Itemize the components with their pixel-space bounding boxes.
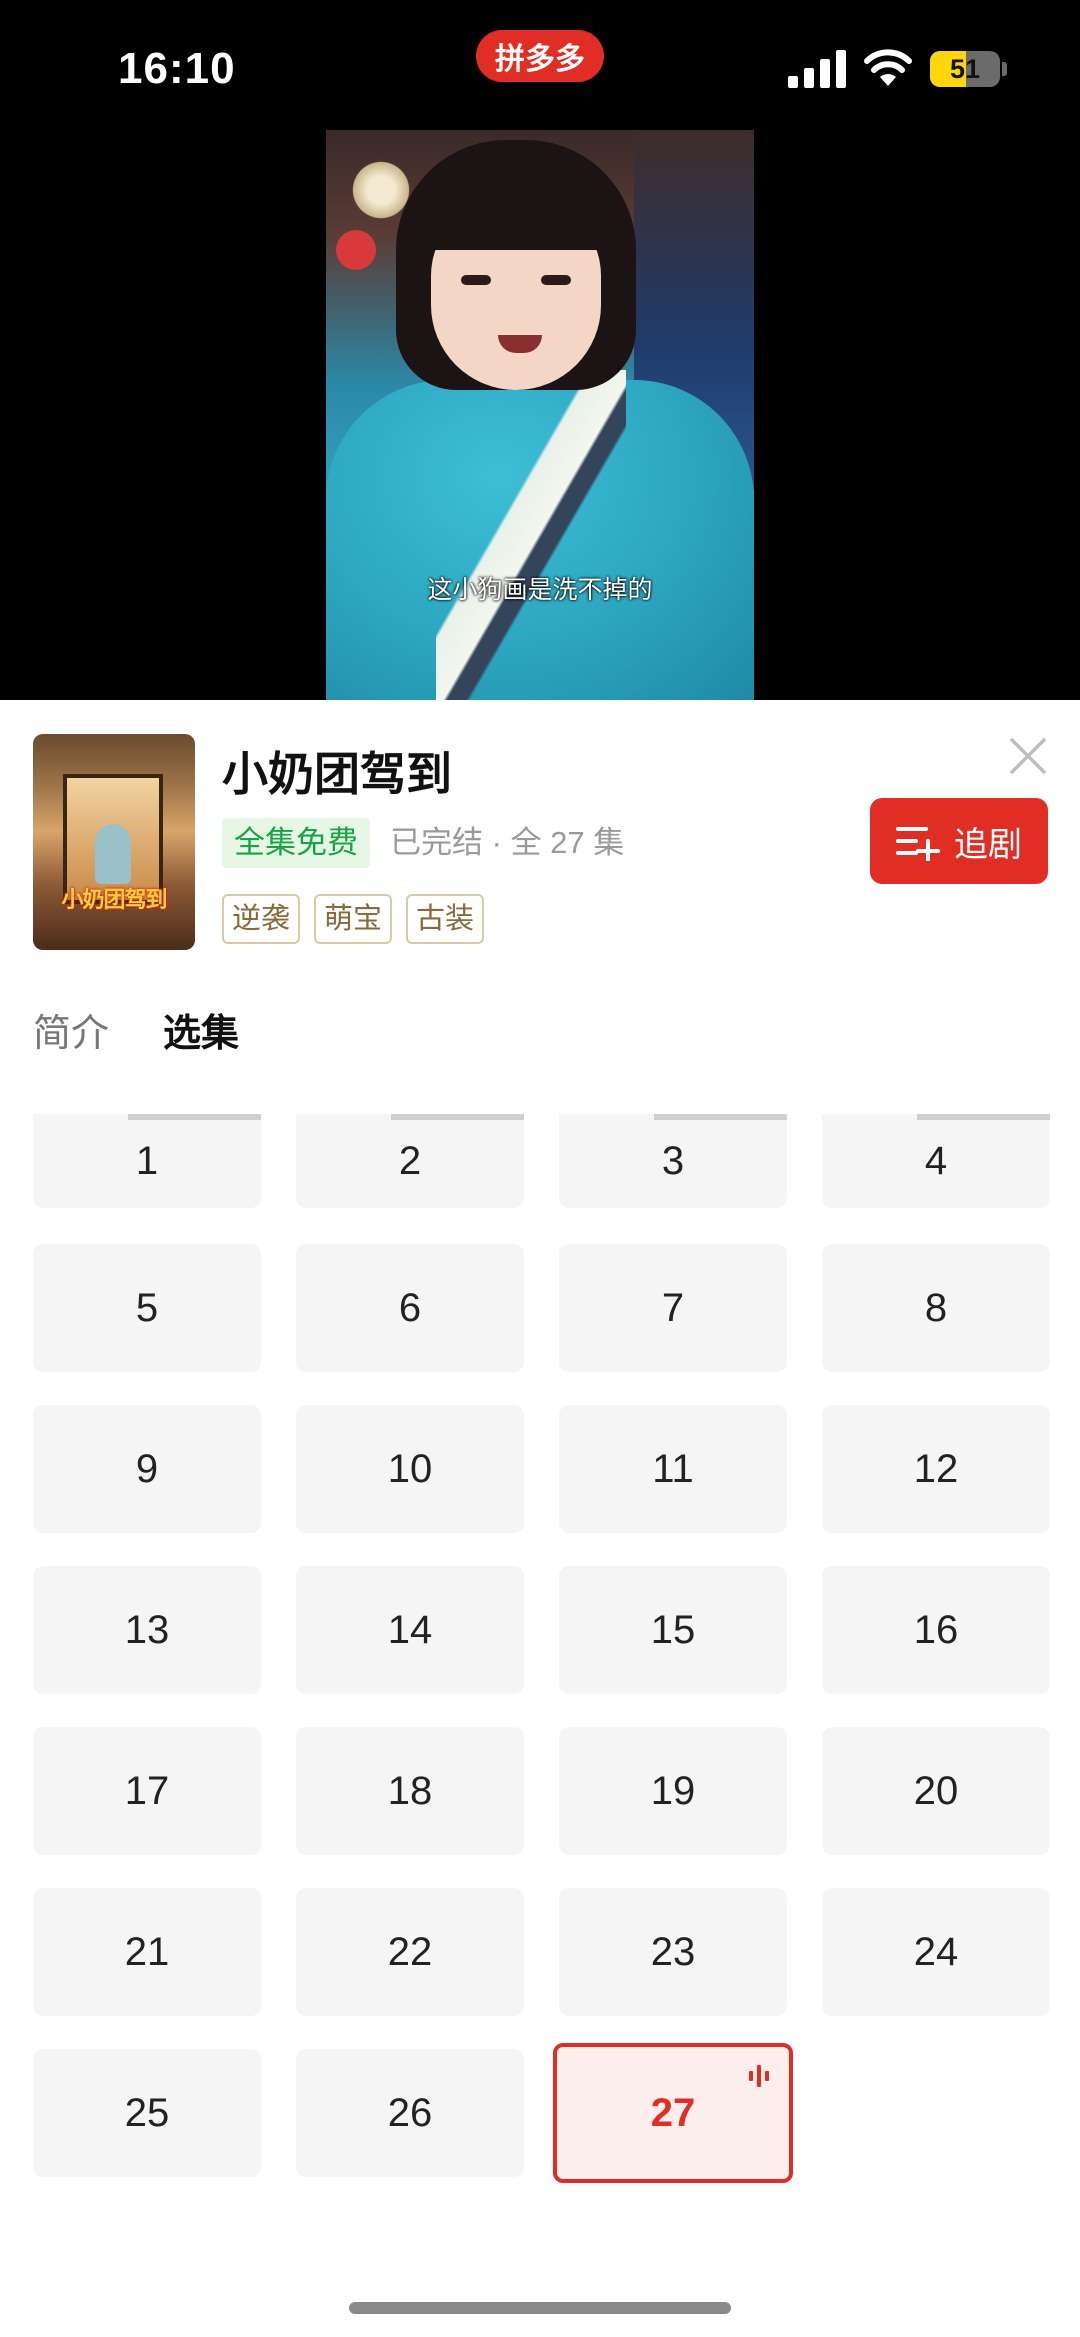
video-figure-collar [436,370,626,700]
episode-button-current[interactable]: 27 [553,2043,793,2183]
episode-button[interactable]: 18 [296,1727,524,1855]
video-figure-eye [541,275,571,285]
poster-figure [95,824,131,884]
episode-button[interactable]: 10 [296,1405,524,1533]
episode-button[interactable]: 25 [33,2049,261,2177]
wifi-icon [864,49,912,86]
equalizer-icon [749,2065,769,2087]
battery-tip [1002,62,1007,76]
episode-button[interactable]: 19 [559,1727,787,1855]
episode-button[interactable]: 14 [296,1566,524,1694]
episode-number: 27 [650,2090,696,2135]
episode-button[interactable]: 15 [559,1566,787,1694]
app-indicator-pill[interactable]: 拼多多 [476,30,604,82]
drama-info-panel: 小奶团驾到 小奶团驾到 全集免费 已完结 · 全 27 集 逆袭 萌宝 古装 追… [0,700,1080,2337]
video-figure-bangs [426,180,606,250]
episode-button[interactable]: 6 [296,1244,524,1372]
episode-button[interactable]: 16 [822,1566,1050,1694]
follow-drama-button[interactable]: 追剧 [870,798,1048,884]
episode-button[interactable]: 13 [33,1566,261,1694]
tag-list: 逆袭 萌宝 古装 [222,894,485,944]
episode-button[interactable]: 2 [296,1114,524,1208]
status-time: 16:10 [118,44,236,93]
episode-button[interactable]: 17 [33,1727,261,1855]
video-figure-eye [461,275,491,285]
episode-button[interactable]: 20 [822,1727,1050,1855]
episode-button[interactable]: 22 [296,1888,524,2016]
episode-button[interactable]: 21 [33,1888,261,2016]
episode-button[interactable]: 24 [822,1888,1050,2016]
home-indicator[interactable] [349,2302,731,2314]
episode-button[interactable]: 9 [33,1405,261,1533]
free-badge: 全集免费 [222,818,370,868]
cellular-signal-icon [788,50,846,88]
tag[interactable]: 萌宝 [314,894,393,944]
episode-button[interactable]: 3 [559,1114,787,1208]
video-hair-flower [336,230,376,270]
playlist-add-icon [896,827,940,861]
drama-poster[interactable]: 小奶团驾到 [33,734,195,950]
battery-level-text: 51 [949,53,981,84]
detail-tabs: 简介 选集 [33,1002,239,1057]
status-bar: 16:10 拼多多 51 [0,0,1080,130]
episode-info: 已完结 · 全 27 集 [390,825,625,860]
episode-button[interactable]: 8 [822,1244,1050,1372]
episode-button[interactable]: 7 [559,1244,787,1372]
drama-title: 小奶团驾到 [222,748,452,800]
episode-button[interactable]: 23 [559,1888,787,2016]
episode-button[interactable]: 4 [822,1114,1050,1208]
episode-button[interactable]: 26 [296,2049,524,2177]
episode-button[interactable]: 5 [33,1244,261,1372]
follow-button-label: 追剧 [954,825,1022,864]
video-subtitle: 这小狗画是洗不掉的 [427,576,653,604]
video-area[interactable]: 16:10 拼多多 51 这小狗画是洗不掉的 [0,0,1080,700]
close-icon[interactable] [1006,734,1050,778]
episode-button[interactable]: 11 [559,1405,787,1533]
episode-button[interactable]: 1 [33,1114,261,1208]
episode-button[interactable]: 12 [822,1405,1050,1533]
battery-icon: 51 [930,51,1000,87]
poster-title: 小奶团驾到 [61,887,167,912]
video-hair-flower [346,160,416,220]
tag[interactable]: 逆袭 [222,894,301,944]
video-player[interactable]: 这小狗画是洗不掉的 [326,130,754,700]
tab-episodes[interactable]: 选集 [163,1002,239,1057]
tag[interactable]: 古装 [406,894,485,944]
tab-intro[interactable]: 简介 [33,1002,109,1057]
